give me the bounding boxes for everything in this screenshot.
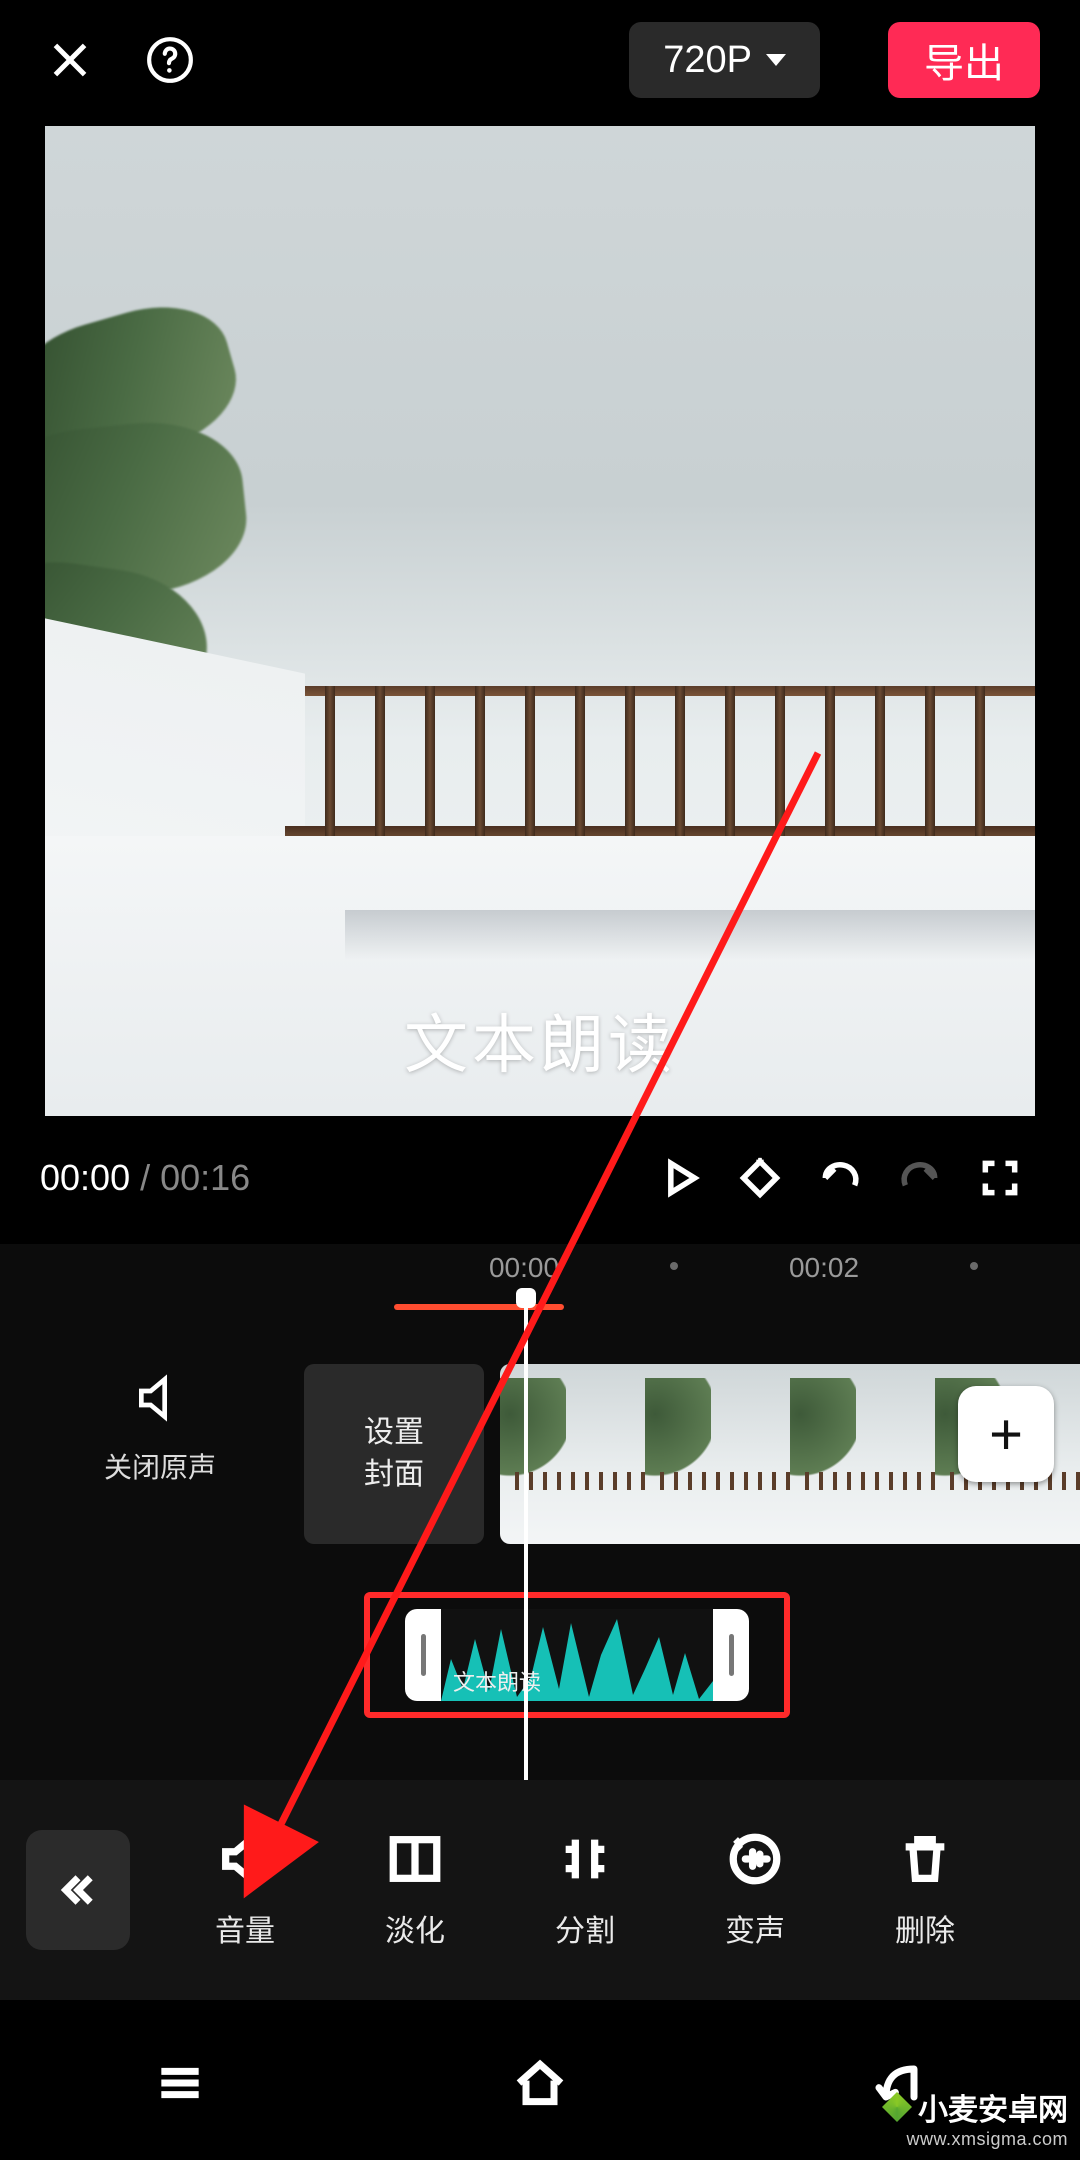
audio-handle-left[interactable]: [405, 1609, 441, 1701]
nav-recent[interactable]: [152, 2055, 208, 2116]
volume-icon: [216, 1830, 274, 1888]
audio-track: 文本朗读: [0, 1592, 1080, 1732]
watermark-brand: 小麦安卓网: [918, 2085, 1068, 2129]
clip-frame: [645, 1364, 790, 1544]
mute-label: 关闭原声: [90, 1446, 230, 1486]
audio-handle-right[interactable]: [713, 1609, 749, 1701]
export-button[interactable]: 导出: [888, 22, 1040, 98]
ruler-tick: 00:00: [489, 1252, 559, 1284]
plus-icon: +: [989, 1401, 1023, 1468]
undo-button[interactable]: [800, 1148, 880, 1208]
tool-split[interactable]: 分割: [500, 1830, 670, 1950]
nav-home[interactable]: [512, 2055, 568, 2116]
tool-label: 变声: [725, 1906, 785, 1950]
resolution-label: 720P: [663, 39, 752, 82]
time-current: 00:00: [40, 1157, 130, 1199]
cover-text-line2: 封面: [364, 1454, 424, 1496]
help-button[interactable]: [140, 30, 200, 90]
split-icon: [556, 1830, 614, 1888]
tool-label: 音量: [215, 1906, 275, 1950]
play-icon: [658, 1156, 702, 1200]
header-bar: 720P 导出: [0, 0, 1080, 120]
home-icon: [512, 2055, 568, 2111]
set-cover-button[interactable]: 设置 封面: [304, 1364, 484, 1544]
voice-change-icon: [726, 1830, 784, 1888]
tool-label: 分割: [555, 1906, 615, 1950]
keyframe-button[interactable]: [720, 1148, 800, 1208]
fade-icon: [386, 1830, 444, 1888]
ruler-tick: 00:02: [789, 1252, 859, 1284]
chevron-down-icon: [766, 54, 786, 66]
resolution-dropdown[interactable]: 720P: [629, 22, 820, 98]
time-total: 00:16: [160, 1157, 250, 1199]
clip-frame: [790, 1364, 935, 1544]
bottom-toolbar: 音量 淡化 分割 变声 删除: [0, 1780, 1080, 2000]
timeline-accent: [394, 1304, 564, 1310]
watermark: 小麦安卓网 www.xmsigma.com: [882, 2085, 1068, 2150]
tool-delete[interactable]: 删除: [840, 1830, 1010, 1950]
tool-label: 淡化: [385, 1906, 445, 1950]
trash-icon: [896, 1830, 954, 1888]
leaf-icon: [882, 2092, 912, 2122]
close-button[interactable]: [40, 30, 100, 90]
clip-frame: [500, 1364, 645, 1544]
fullscreen-button[interactable]: [960, 1148, 1040, 1208]
tool-volume[interactable]: 音量: [160, 1830, 330, 1950]
timeline-ruler: 00:00 00:02: [0, 1244, 1080, 1294]
audio-highlight-box: 文本朗读: [364, 1592, 790, 1718]
fullscreen-icon: [978, 1156, 1022, 1200]
redo-button[interactable]: [880, 1148, 960, 1208]
audio-waveform: 文本朗读: [441, 1609, 713, 1701]
help-icon: [145, 35, 195, 85]
add-clip-button[interactable]: +: [958, 1386, 1054, 1482]
mute-original-button[interactable]: 关闭原声: [90, 1370, 230, 1486]
video-preview[interactable]: 文本朗读: [45, 126, 1035, 1116]
menu-icon: [152, 2055, 208, 2111]
undo-icon: [818, 1156, 862, 1200]
chevron-double-left-icon: [57, 1869, 99, 1911]
tool-fade[interactable]: 淡化: [330, 1830, 500, 1950]
tool-label: 删除: [895, 1906, 955, 1950]
redo-icon: [898, 1156, 942, 1200]
ruler-dot: [970, 1262, 978, 1270]
video-track: 关闭原声 设置 封面 +: [0, 1394, 1080, 1534]
ruler-dot: [670, 1262, 678, 1270]
collapse-toolbar-button[interactable]: [26, 1830, 130, 1950]
watermark-url: www.xmsigma.com: [882, 2129, 1068, 2150]
cover-text-line1: 设置: [364, 1412, 424, 1454]
close-icon: [45, 35, 95, 85]
audio-clip[interactable]: 文本朗读: [405, 1609, 749, 1701]
overlay-caption: 文本朗读: [45, 994, 1035, 1086]
speaker-icon: [132, 1370, 188, 1426]
player-controls: 00:00 / 00:16: [0, 1130, 1080, 1226]
time-separator: /: [140, 1157, 150, 1199]
diamond-plus-icon: [738, 1156, 782, 1200]
play-button[interactable]: [640, 1148, 720, 1208]
tool-voicefx[interactable]: 变声: [670, 1830, 840, 1950]
